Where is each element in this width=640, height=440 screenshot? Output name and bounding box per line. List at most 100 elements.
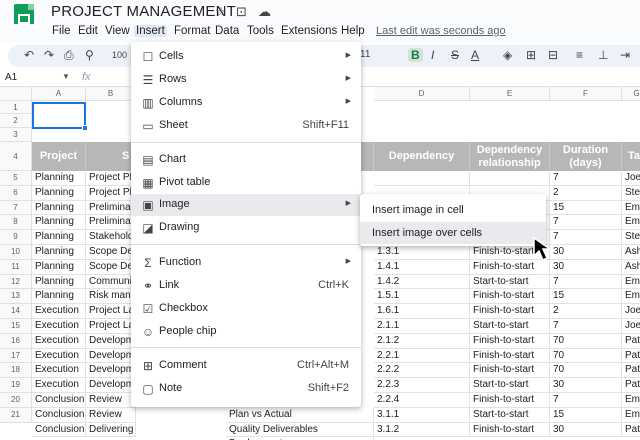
- cell-project[interactable]: Execution: [32, 333, 86, 349]
- menu-format[interactable]: Format: [172, 25, 212, 37]
- cell-owner[interactable]: Joe: [622, 171, 640, 186]
- menu-help[interactable]: Help: [339, 25, 367, 37]
- cell-duration[interactable]: 70: [550, 363, 622, 379]
- cell-task[interactable]: Developm: [86, 363, 136, 379]
- menu-data[interactable]: Data: [213, 25, 241, 37]
- cell-duration[interactable]: 7: [550, 319, 622, 334]
- wrap-icon[interactable]: ⇥: [620, 48, 630, 62]
- font-size-input[interactable]: 11: [360, 49, 370, 60]
- cell-task-detail[interactable]: Plan vs Actual: [226, 407, 374, 423]
- cell-relationship[interactable]: Start-to-start: [470, 407, 550, 423]
- row-header-4[interactable]: 4: [0, 142, 32, 171]
- cell-owner[interactable]: Pat: [622, 334, 640, 349]
- row-header-5[interactable]: 5: [0, 171, 32, 186]
- cell-duration[interactable]: 30: [550, 422, 622, 438]
- cell-dependency[interactable]: 2.2.4: [374, 393, 470, 408]
- menu-extensions[interactable]: Extensions: [279, 25, 339, 37]
- header-task-owner[interactable]: Ta: [622, 142, 640, 171]
- insert-image-in-cell[interactable]: Insert image in cell: [360, 199, 546, 221]
- cell-task[interactable]: Delivering: [86, 422, 136, 438]
- header-dependency[interactable]: Dependency: [374, 142, 470, 171]
- cell-task[interactable]: Prelimina: [86, 200, 136, 216]
- text-color-icon[interactable]: A: [471, 48, 479, 62]
- cell-owner[interactable]: Ema: [622, 201, 640, 216]
- undo-icon[interactable]: ↶: [24, 48, 34, 62]
- header-duration[interactable]: Duration (days): [550, 142, 622, 171]
- column-header-e[interactable]: E: [470, 87, 550, 101]
- redo-icon[interactable]: ↷: [44, 48, 54, 62]
- menu-item-comment[interactable]: ⊞ Comment Ctrl+Alt+M: [131, 355, 361, 377]
- menu-tools[interactable]: Tools: [245, 25, 276, 37]
- cell-task[interactable]: Developm: [86, 348, 136, 364]
- cell-duration[interactable]: 7: [550, 393, 622, 408]
- cell-duration[interactable]: 7: [550, 274, 622, 290]
- menu-item-link[interactable]: ⚭ Link Ctrl+K: [131, 275, 361, 297]
- cell-duration[interactable]: 70: [550, 333, 622, 349]
- cell-duration[interactable]: 30: [550, 259, 622, 275]
- row-header-19[interactable]: 19: [0, 378, 32, 393]
- cell-task[interactable]: Scope Def: [86, 259, 136, 275]
- cell-project[interactable]: Planning: [32, 274, 86, 290]
- align-icon[interactable]: ≡: [576, 48, 583, 62]
- cell-owner[interactable]: Joe: [622, 304, 640, 319]
- cell-task[interactable]: Developm: [86, 333, 136, 349]
- cell-dependency[interactable]: 1.4.2: [374, 274, 470, 290]
- fill-handle[interactable]: [82, 125, 88, 131]
- cell-owner[interactable]: Joe: [622, 319, 640, 334]
- cell-relationship[interactable]: Finish-to-start: [470, 259, 550, 275]
- cell-task[interactable]: Review: [86, 393, 136, 408]
- row-header-9[interactable]: 9: [0, 230, 32, 245]
- cell-owner[interactable]: Pat: [622, 349, 640, 364]
- row-header-11[interactable]: 11: [0, 259, 32, 275]
- cell-dependency[interactable]: 1.3.1: [374, 245, 470, 260]
- row-header-2[interactable]: 2: [0, 114, 32, 128]
- insert-image-over-cells[interactable]: Insert image over cells: [360, 222, 546, 244]
- cell-project[interactable]: Planning: [32, 259, 86, 275]
- cell-project[interactable]: Execution: [32, 378, 86, 393]
- menu-item-drawing[interactable]: ◪ Drawing: [131, 217, 361, 239]
- cell-relationship[interactable]: Start-to-start: [470, 274, 550, 290]
- cell-duration[interactable]: 15: [550, 200, 622, 216]
- cell-task[interactable]: Scope Def: [86, 245, 136, 260]
- row-header-14[interactable]: 14: [0, 304, 32, 319]
- cell-dependency[interactable]: 2.1.2: [374, 333, 470, 349]
- cell-project[interactable]: Planning: [32, 200, 86, 216]
- cell-dependency[interactable]: 2.1.1: [374, 319, 470, 334]
- cell-relationship[interactable]: Finish-to-start: [470, 363, 550, 379]
- cell-owner[interactable]: Step: [622, 186, 640, 201]
- cell-project[interactable]: Execution: [32, 363, 86, 379]
- cell-owner[interactable]: Pat: [622, 423, 640, 438]
- document-title[interactable]: PROJECT MANAGEMENT: [51, 3, 236, 20]
- cell-task[interactable]: Developm: [86, 378, 136, 393]
- borders-icon[interactable]: ⊞: [526, 48, 536, 62]
- cell-duration[interactable]: 30: [550, 245, 622, 260]
- cell-owner[interactable]: Pat: [622, 363, 640, 379]
- last-edit-link[interactable]: Last edit was seconds ago: [376, 25, 506, 37]
- cell-relationship[interactable]: Start-to-start: [470, 319, 550, 334]
- menu-item-chart[interactable]: ▤ Chart: [131, 149, 361, 171]
- cell-owner[interactable]: Ash: [622, 260, 640, 275]
- cell-duration[interactable]: 7: [550, 171, 622, 186]
- row-header-1[interactable]: 1: [0, 101, 32, 114]
- cell-dependency[interactable]: 2.2.1: [374, 348, 470, 364]
- cell-dependency[interactable]: 1.6.1: [374, 304, 470, 319]
- cell-duration[interactable]: 30: [550, 378, 622, 393]
- column-header-b[interactable]: B: [86, 87, 136, 101]
- cell-duration[interactable]: 15: [550, 289, 622, 305]
- strikethrough-icon[interactable]: S: [451, 48, 459, 62]
- cell-relationship[interactable]: Finish-to-start: [470, 348, 550, 364]
- row-header-12[interactable]: 12: [0, 274, 32, 290]
- cell-owner[interactable]: Ema: [622, 275, 640, 290]
- column-header-a[interactable]: A: [32, 87, 86, 101]
- cell-task[interactable]: Project La: [86, 319, 136, 334]
- cell-project[interactable]: Planning: [32, 230, 86, 245]
- paint-format-icon[interactable]: ⚲: [85, 48, 94, 62]
- column-header-f[interactable]: F: [550, 87, 622, 101]
- row-header-10[interactable]: 10: [0, 245, 32, 260]
- cell-project[interactable]: Conclusion: [32, 393, 86, 408]
- column-header-d[interactable]: D: [374, 87, 470, 101]
- row-header-15[interactable]: 15: [0, 319, 32, 334]
- cell-task[interactable]: Project Pla: [86, 171, 136, 186]
- select-all-corner[interactable]: [0, 87, 32, 101]
- bold-button[interactable]: B: [408, 48, 423, 62]
